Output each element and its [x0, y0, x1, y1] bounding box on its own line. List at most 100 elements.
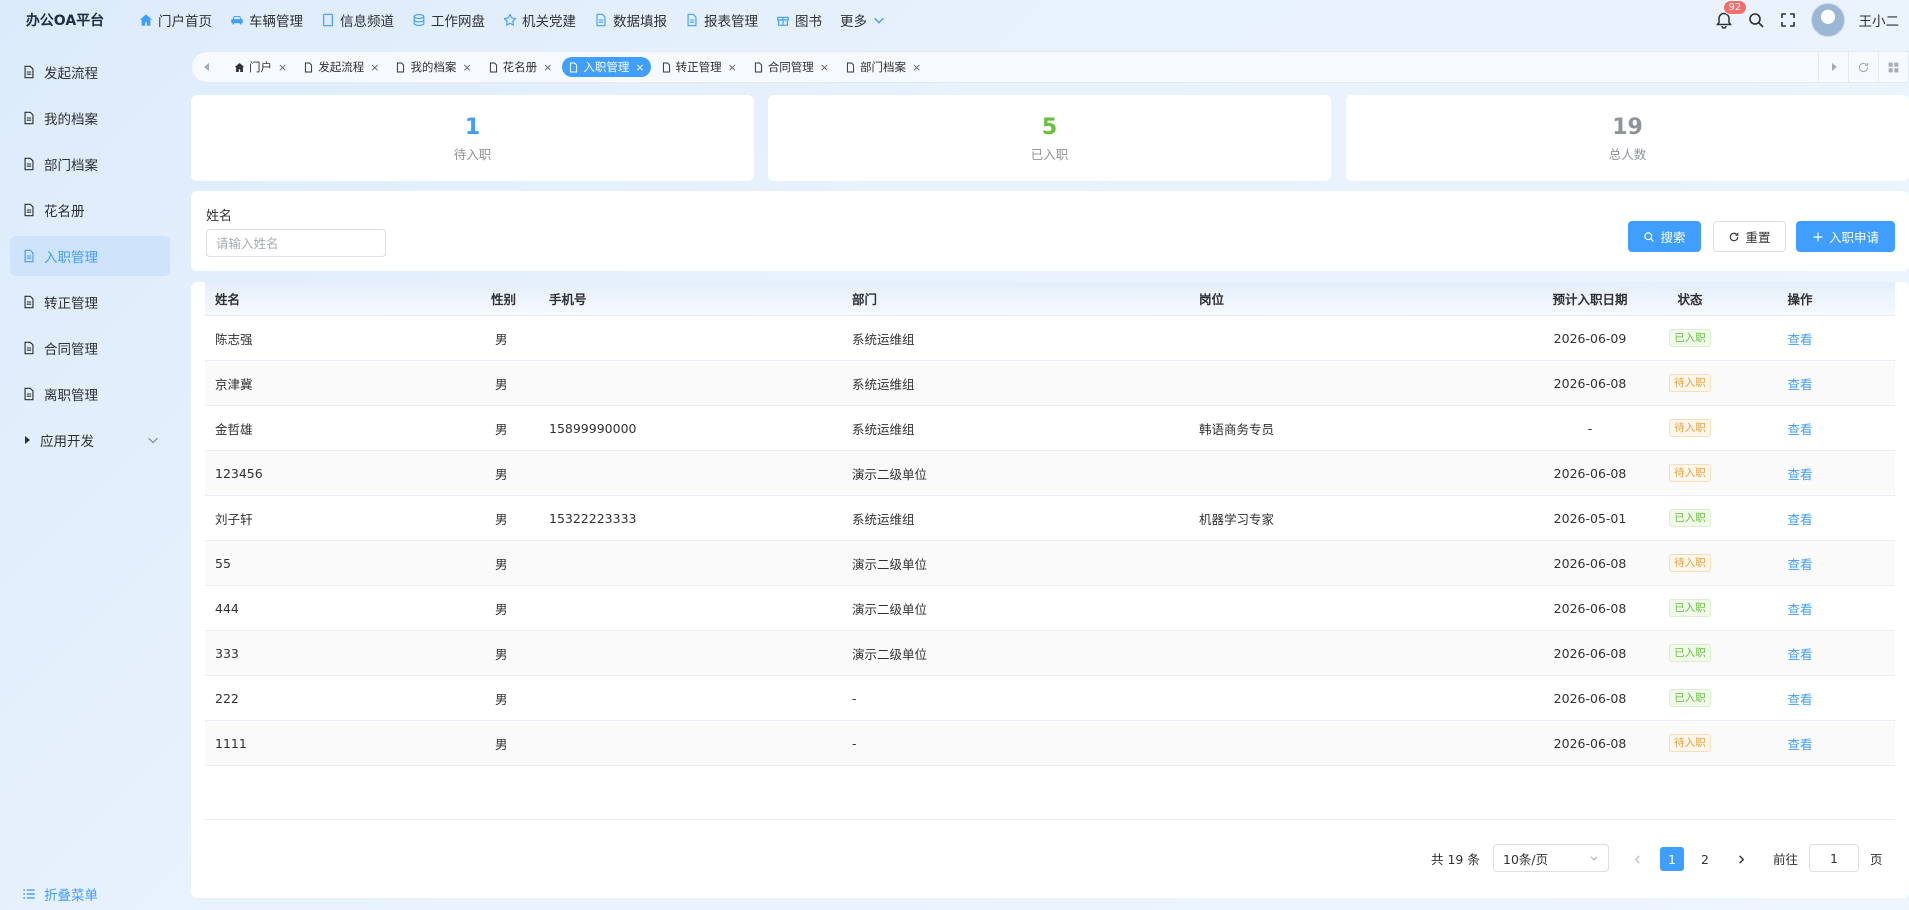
- sidebar-item-regularization[interactable]: 转正管理: [10, 282, 170, 322]
- sidebar-item-resignation[interactable]: 离职管理: [10, 374, 170, 414]
- sidebar-item-start-process[interactable]: 发起流程: [10, 52, 170, 92]
- view-link[interactable]: 查看: [1787, 734, 1812, 753]
- page-button-2[interactable]: 2: [1693, 847, 1717, 871]
- bell-icon[interactable]: 92: [1715, 0, 1748, 29]
- top-right-tools: 92 王小二: [1715, 0, 1909, 40]
- star-icon: [503, 13, 517, 27]
- table-divider: [205, 819, 1895, 820]
- cell-phone: 15322223333: [549, 510, 637, 526]
- close-icon[interactable]: ×: [278, 61, 287, 74]
- close-icon[interactable]: ×: [820, 61, 829, 74]
- column-header-department: 部门: [852, 292, 878, 307]
- view-link[interactable]: 查看: [1787, 644, 1812, 663]
- tabs-tools: [1818, 52, 1908, 82]
- name-search-input[interactable]: [206, 229, 386, 257]
- topnav-item-home[interactable]: 门户首页: [130, 0, 221, 40]
- page-button-1[interactable]: 1: [1660, 847, 1684, 871]
- view-link[interactable]: 查看: [1787, 329, 1812, 348]
- close-icon[interactable]: ×: [462, 61, 471, 74]
- topnav-item-vehicle[interactable]: 车辆管理: [221, 0, 312, 40]
- table-row: 陈志强 男 系统运维组 2026-06-09 已入职 查看: [205, 316, 1895, 361]
- prev-page-button[interactable]: [1625, 847, 1649, 871]
- sidebar-item-roster[interactable]: 花名册: [10, 190, 170, 230]
- view-link[interactable]: 查看: [1787, 554, 1812, 573]
- avatar[interactable]: [1810, 3, 1845, 37]
- sidebar-item-dept-archive[interactable]: 部门档案: [10, 144, 170, 184]
- tabs-scroll-right[interactable]: [1818, 52, 1848, 82]
- tab-dept-archive[interactable]: 部门档案 ×: [839, 57, 927, 77]
- grid-icon: [1888, 62, 1899, 72]
- cell-department: 演示二级单位: [852, 556, 928, 572]
- view-link[interactable]: 查看: [1787, 689, 1812, 708]
- topnav-item-data-entry[interactable]: 数据填报: [585, 0, 676, 40]
- tab-onboarding[interactable]: 入职管理 ×: [562, 57, 651, 77]
- tab-portal[interactable]: 门户 ×: [228, 57, 293, 77]
- tabs-menu-button[interactable]: [1878, 52, 1908, 82]
- next-page-button[interactable]: [1729, 847, 1753, 871]
- table-row: 333 男 演示二级单位 2026-06-08 已入职 查看: [205, 631, 1895, 676]
- goto-page-input[interactable]: [1809, 844, 1859, 872]
- chevron-down-icon: [148, 437, 158, 444]
- status-cell: 待入职: [1660, 406, 1720, 450]
- close-icon[interactable]: ×: [728, 61, 737, 74]
- search-button[interactable]: 搜索: [1628, 221, 1701, 252]
- topnav-item-party[interactable]: 机关党建: [494, 0, 585, 40]
- document-icon: [321, 13, 335, 27]
- tab-label: 我的档案: [410, 60, 457, 74]
- tab-my-archive[interactable]: 我的档案 ×: [389, 57, 477, 77]
- refresh-button[interactable]: [1848, 52, 1878, 82]
- action-cell: 查看: [1775, 406, 1825, 450]
- sidebar-item-onboarding[interactable]: 入职管理: [10, 236, 170, 276]
- tab-regularization[interactable]: 转正管理 ×: [655, 57, 743, 77]
- cell-department: 演示二级单位: [852, 466, 928, 482]
- caret-right-icon: [25, 436, 30, 444]
- stat-value: 5: [1041, 114, 1058, 140]
- sidebar-item-my-archive[interactable]: 我的档案: [10, 98, 170, 138]
- cell-name: 京津冀: [215, 376, 253, 392]
- tab-roster[interactable]: 花名册 ×: [482, 57, 559, 77]
- page-size-select[interactable]: 10条/页: [1493, 844, 1609, 872]
- tab-contract[interactable]: 合同管理 ×: [747, 57, 835, 77]
- close-icon[interactable]: ×: [635, 61, 644, 74]
- column-header-phone: 手机号: [549, 292, 587, 307]
- document-icon: [24, 249, 34, 263]
- close-icon[interactable]: ×: [912, 61, 921, 74]
- topnav-item-books[interactable]: 图书: [767, 0, 831, 40]
- cell-gender: 男: [495, 646, 508, 662]
- sidebar-item-label: 部门档案: [44, 158, 98, 174]
- sidebar-item-contract[interactable]: 合同管理: [10, 328, 170, 368]
- sidebar-item-label: 入职管理: [44, 250, 98, 266]
- status-badge: 待入职: [1669, 374, 1711, 392]
- tabs-scroll-left[interactable]: [192, 52, 222, 82]
- view-link[interactable]: 查看: [1787, 599, 1812, 618]
- sidebar-item-label: 花名册: [44, 204, 85, 220]
- cell-gender: 男: [495, 466, 508, 482]
- stat-label: 已入职: [1030, 146, 1069, 162]
- status-badge: 已入职: [1669, 689, 1711, 707]
- reset-button[interactable]: 重置: [1713, 221, 1786, 252]
- view-link[interactable]: 查看: [1787, 374, 1812, 393]
- tab-label: 部门档案: [860, 60, 907, 74]
- tab-start-process[interactable]: 发起流程 ×: [297, 57, 385, 77]
- cell-gender: 男: [495, 736, 508, 752]
- topnav-item-info-channel[interactable]: 信息频道: [312, 0, 403, 40]
- action-cell: 查看: [1775, 496, 1825, 540]
- action-cell: 查看: [1775, 586, 1825, 630]
- sidebar-item-app-dev[interactable]: 应用开发: [10, 420, 170, 460]
- topnav-item-report[interactable]: 报表管理: [676, 0, 767, 40]
- onboarding-apply-button[interactable]: 入职申请: [1796, 221, 1895, 252]
- user-name[interactable]: 王小二: [1859, 10, 1900, 30]
- close-icon[interactable]: ×: [543, 61, 552, 74]
- view-link[interactable]: 查看: [1787, 509, 1812, 528]
- close-icon[interactable]: ×: [370, 61, 379, 74]
- sidebar: 发起流程 我的档案 部门档案 花名册 入职管理 转正管理 合同管理 离职管理 应…: [0, 52, 180, 910]
- cell-department: -: [852, 735, 857, 751]
- sidebar-item-label: 发起流程: [44, 66, 98, 82]
- view-link[interactable]: 查看: [1787, 464, 1812, 483]
- search-icon[interactable]: [1747, 11, 1765, 29]
- topnav-item-more[interactable]: 更多: [831, 0, 895, 40]
- view-link[interactable]: 查看: [1787, 419, 1812, 438]
- topnav-item-netdisk[interactable]: 工作网盘: [403, 0, 494, 40]
- collapse-menu-button[interactable]: 折叠菜单: [22, 884, 98, 904]
- fullscreen-icon[interactable]: [1779, 11, 1797, 29]
